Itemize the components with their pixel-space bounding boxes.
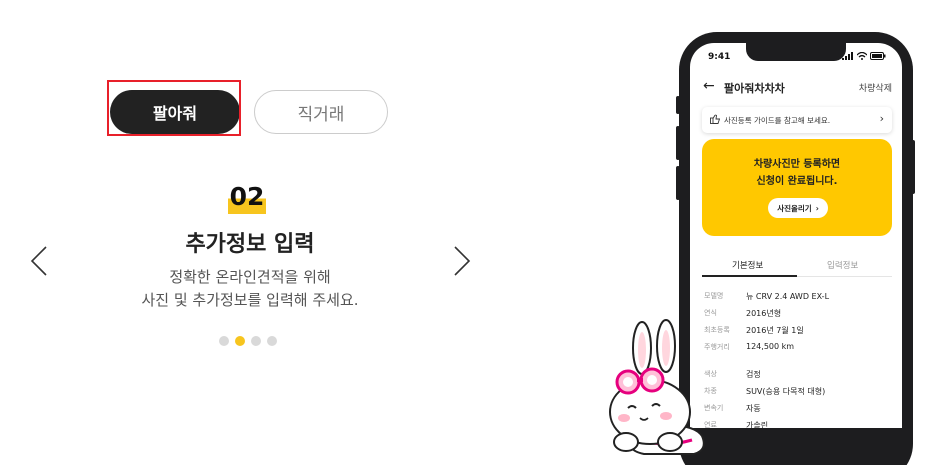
info-row: 색상 검정 [704, 369, 894, 383]
tab-sell[interactable]: 팔아줘 [110, 90, 240, 134]
photo-guide-banner[interactable]: 사진등록 가이드를 참고해 보세요. › [702, 107, 892, 133]
tab-input-info[interactable]: 입력정보 [827, 259, 858, 271]
phone-screen: 9:41 ← 팔아줘차차차 차량삭제 사진등록 가이드를 참고해 보세요. › … [690, 43, 902, 428]
info-row: 최초등록 2016년 7월 1일 [704, 325, 894, 339]
thumbs-up-icon [710, 114, 720, 124]
info-value: SUV(승용 다목적 대형) [746, 387, 826, 396]
prev-arrow-icon[interactable] [30, 246, 48, 276]
info-row: 연료 가솔린 [704, 420, 894, 428]
step-description-line1: 정확한 온라인견적을 위해 [169, 268, 331, 286]
signal-icon [842, 52, 853, 60]
phone-notch [746, 43, 846, 61]
step-title: 추가정보 입력 [185, 232, 315, 257]
status-time: 9:41 [708, 52, 731, 62]
phone-volume-down [676, 166, 680, 200]
info-label: 모델명 [704, 292, 724, 300]
tab-basic-info[interactable]: 기본정보 [732, 259, 763, 271]
step-description: 정확한 온라인견적을 위해 사진 및 추가정보를 입력해 주세요. [90, 266, 410, 312]
delete-car-button[interactable]: 차량삭제 [859, 81, 892, 94]
tab-direct-trade[interactable]: 직거래 [254, 90, 388, 134]
info-value: 2016년형 [746, 309, 782, 318]
pagination-dot-1[interactable] [219, 336, 229, 346]
upload-photo-label: 사진올리기 [777, 203, 812, 213]
status-bar: 9:41 [690, 43, 902, 69]
card-message-line1: 차량사진만 등록하면 [753, 159, 841, 170]
wifi-icon [857, 52, 867, 60]
app-header: ← 팔아줘차차차 차량삭제 [690, 73, 902, 101]
phone-power-button [911, 140, 915, 194]
info-value: 124,500 km [746, 342, 795, 351]
pagination-dots [219, 336, 277, 346]
pagination-dot-2[interactable] [235, 336, 245, 346]
info-row: 모델명 뉴 CRV 2.4 AWD EX-L [704, 291, 894, 305]
phone-side-button [676, 96, 680, 114]
step-description-line2: 사진 및 추가정보를 입력해 주세요. [141, 291, 359, 309]
info-value: 가솔린 [746, 421, 769, 428]
upload-photo-button[interactable]: 사진올리기 › [768, 198, 828, 218]
next-arrow-icon[interactable] [453, 246, 471, 276]
photo-upload-card: 차량사진만 등록하면 신청이 완료됩니다. 사진올리기 › [702, 139, 892, 236]
info-row: 연식 2016년형 [704, 308, 894, 322]
rabbit-mascot-illustration [609, 319, 705, 455]
card-message-line2: 신청이 완료됩니다. [756, 176, 838, 187]
active-tab-indicator [702, 275, 797, 277]
chevron-right-icon: › [879, 112, 884, 125]
info-tabs: 기본정보 입력정보 [702, 253, 892, 277]
photo-guide-text: 사진등록 가이드를 참고해 보세요. [724, 116, 831, 125]
info-value: 검정 [746, 370, 761, 379]
phone-volume-up [676, 126, 680, 160]
status-icons [842, 52, 886, 60]
app-title: 팔아줘차차차 [724, 82, 785, 95]
info-value: 2016년 7월 1일 [746, 326, 804, 335]
step-number: 02 [228, 180, 266, 214]
info-label: 연식 [704, 309, 717, 317]
chevron-right-icon: › [815, 203, 819, 213]
battery-icon [870, 52, 886, 60]
pagination-dot-4[interactable] [267, 336, 277, 346]
info-value: 자동 [746, 404, 761, 413]
pagination-dot-3[interactable] [251, 336, 261, 346]
info-row: 차종 SUV(승용 다목적 대형) [704, 386, 894, 400]
info-value: 뉴 CRV 2.4 AWD EX-L [746, 292, 830, 301]
back-arrow-icon[interactable]: ← [703, 78, 715, 94]
info-row: 변속기 자동 [704, 403, 894, 417]
info-row: 주행거리 124,500 km [704, 342, 894, 356]
